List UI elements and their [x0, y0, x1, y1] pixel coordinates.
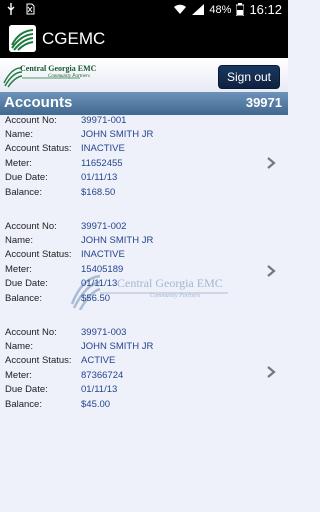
status-row: Account Status: ACTIVE: [5, 355, 115, 369]
signal-icon: [192, 4, 205, 15]
meter-row: Meter: 15405189: [5, 264, 123, 278]
balance-row: Balance: $168.50: [5, 187, 115, 201]
balance-value: $56.50: [81, 293, 111, 304]
status-label: Account Status:: [5, 143, 72, 154]
account-no-row: Account No: 39971-002: [5, 221, 126, 235]
account-item[interactable]: Account No: 39971-001 Name: JOHN SMITH J…: [0, 113, 288, 219]
name-row: Name: JOHN SMITH JR: [5, 341, 153, 355]
account-no-label: Account No:: [5, 221, 57, 232]
due-date-value: 01/11/13: [81, 384, 118, 395]
due-date-label: Due Date:: [5, 172, 48, 183]
balance-label: Balance:: [5, 399, 42, 410]
sd-card-icon: [26, 3, 35, 15]
status-label: Account Status:: [5, 249, 72, 260]
brand-tagline: Community Partners: [48, 74, 90, 79]
status-row: Account Status: INACTIVE: [5, 143, 125, 157]
usb-icon: [7, 3, 15, 15]
meter-row: Meter: 87366724: [5, 370, 123, 384]
balance-value: $45.00: [81, 399, 111, 410]
balance-row: Balance: $56.50: [5, 293, 110, 307]
status-label: Account Status:: [5, 355, 72, 366]
balance-row: Balance: $45.00: [5, 399, 110, 413]
account-no-value: 39971-003: [81, 327, 127, 338]
account-no-row: Account No: 39971-001: [5, 115, 126, 129]
meter-row: Meter: 11652455: [5, 158, 123, 172]
account-no-value: 39971-001: [81, 115, 127, 126]
account-no-label: Account No:: [5, 327, 57, 338]
meter-label: Meter:: [5, 158, 32, 169]
balance-value: $168.50: [81, 187, 116, 198]
clock: 16:12: [249, 2, 282, 17]
account-no-row: Account No: 39971-003: [5, 327, 126, 341]
account-no-value: 39971-002: [81, 221, 127, 232]
member-number: 39971: [245, 95, 282, 110]
status-value: INACTIVE: [81, 249, 125, 260]
due-date-label: Due Date:: [5, 384, 48, 395]
status-value: INACTIVE: [81, 143, 125, 154]
status-row: Account Status: INACTIVE: [5, 249, 125, 263]
account-item[interactable]: Account No: 39971-003 Name: JOHN SMITH J…: [0, 325, 288, 431]
name-value: JOHN SMITH JR: [81, 129, 154, 140]
battery-percent: 48%: [209, 3, 232, 16]
chevron-right-icon[interactable]: [266, 156, 276, 170]
app-logo-icon: [9, 25, 36, 52]
header-band: Central Georgia EMC Community Partners S…: [0, 58, 288, 92]
name-label: Name:: [5, 341, 33, 352]
due-date-value: 01/11/13: [81, 172, 118, 183]
due-date-row: Due Date: 01/11/13: [5, 172, 117, 186]
name-row: Name: JOHN SMITH JR: [5, 129, 153, 143]
accounts-header: Accounts 39971: [0, 92, 288, 115]
due-date-label: Due Date:: [5, 278, 48, 289]
name-value: JOHN SMITH JR: [81, 341, 154, 352]
chevron-right-icon[interactable]: [266, 365, 276, 379]
meter-label: Meter:: [5, 370, 32, 381]
account-list: Account No: 39971-001 Name: JOHN SMITH J…: [0, 113, 288, 431]
due-date-value: 01/11/13: [81, 278, 118, 289]
due-date-row: Due Date: 01/11/13: [5, 278, 117, 292]
status-value: ACTIVE: [81, 355, 116, 366]
meter-value: 15405189: [81, 264, 124, 275]
meter-label: Meter:: [5, 264, 32, 275]
account-item[interactable]: Account No: 39971-002 Name: JOHN SMITH J…: [0, 219, 288, 325]
meter-value: 87366724: [81, 370, 124, 381]
due-date-row: Due Date: 01/11/13: [5, 384, 117, 398]
meter-value: 11652455: [81, 158, 123, 169]
brand-name: Central Georgia EMC: [20, 64, 97, 73]
wifi-icon: [174, 4, 187, 14]
name-row: Name: JOHN SMITH JR: [5, 235, 153, 249]
name-value: JOHN SMITH JR: [81, 235, 154, 246]
name-label: Name:: [5, 129, 33, 140]
chevron-right-icon[interactable]: [266, 264, 276, 278]
accounts-title: Accounts: [4, 94, 73, 111]
balance-label: Balance:: [5, 187, 42, 198]
sign-out-button[interactable]: Sign out: [218, 65, 280, 89]
status-bar: 48% 16:12: [0, 0, 288, 19]
app-title: CGEMC: [42, 29, 106, 48]
name-label: Name:: [5, 235, 33, 246]
app-bar: CGEMC: [0, 19, 288, 58]
battery-icon: [236, 3, 245, 16]
balance-label: Balance:: [5, 293, 42, 304]
account-no-label: Account No:: [5, 115, 57, 126]
